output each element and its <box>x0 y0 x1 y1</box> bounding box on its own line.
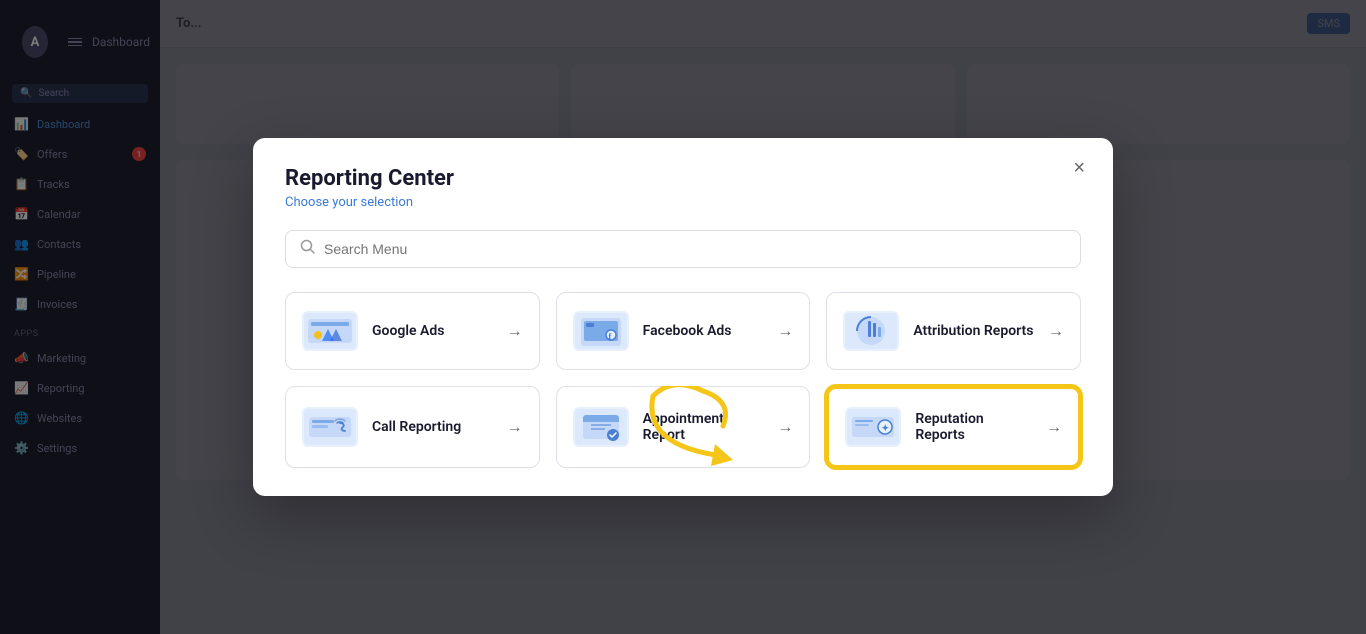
attribution-reports-arrow: → <box>1048 321 1064 341</box>
facebook-ads-icon-wrapper: f <box>573 311 629 351</box>
facebook-ads-label: Facebook Ads <box>643 323 764 339</box>
google-ads-icon-wrapper <box>302 311 358 351</box>
modal-subtitle: Choose your selection <box>285 195 1081 210</box>
cards-grid: Google Ads → f Facebook Ads → <box>285 292 1081 468</box>
appointment-report-arrow: → <box>777 417 793 437</box>
google-ads-arrow: → <box>507 321 523 341</box>
modal-title: Reporting Center <box>285 166 1081 191</box>
call-reporting-label: Call Reporting <box>372 419 493 435</box>
card-appointment-report[interactable]: Appointment Report → <box>556 386 811 468</box>
search-bar[interactable] <box>285 230 1081 268</box>
search-icon <box>300 239 316 259</box>
appointment-report-label: Appointment Report <box>643 411 764 443</box>
google-ads-label: Google Ads <box>372 323 493 339</box>
call-reporting-icon-wrapper <box>302 407 358 447</box>
reputation-icon-wrapper: ✦ <box>845 407 901 447</box>
reporting-center-modal: × Reporting Center Choose your selection <box>253 138 1113 496</box>
close-button[interactable]: × <box>1065 154 1093 182</box>
reputation-reports-label: Reputation Reports <box>915 411 1032 443</box>
attribution-icon-wrapper <box>843 311 899 351</box>
search-input[interactable] <box>324 241 1066 257</box>
svg-text:✦: ✦ <box>882 424 890 434</box>
call-reporting-arrow: → <box>507 417 523 437</box>
reputation-reports-arrow: → <box>1046 417 1062 437</box>
card-facebook-ads[interactable]: f Facebook Ads → <box>556 292 811 370</box>
card-google-ads[interactable]: Google Ads → <box>285 292 540 370</box>
card-reputation-reports[interactable]: ✦ Reputation Reports → <box>826 386 1081 468</box>
attribution-reports-label: Attribution Reports <box>913 323 1034 339</box>
modal-backdrop: × Reporting Center Choose your selection <box>0 0 1366 634</box>
appointment-icon-wrapper <box>573 407 629 447</box>
svg-text:f: f <box>608 332 611 341</box>
card-call-reporting[interactable]: Call Reporting → <box>285 386 540 468</box>
facebook-ads-arrow: → <box>777 321 793 341</box>
card-attribution-reports[interactable]: Attribution Reports → <box>826 292 1081 370</box>
